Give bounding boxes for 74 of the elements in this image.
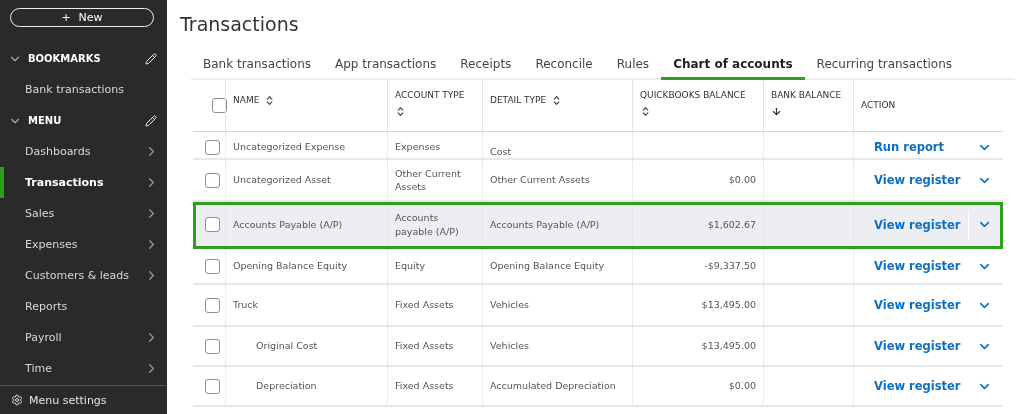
tab[interactable]: Rules [604,57,662,80]
account-name: Accounts Payable (A/P) [233,217,343,232]
row-checkbox[interactable] [205,297,220,313]
settings-icon[interactable] [11,394,23,406]
account-name: Original Cost [256,339,318,353]
action-link[interactable]: View register [874,259,968,273]
account-type: Expenses [395,140,441,154]
row-checkbox[interactable] [205,338,220,354]
balance-amount: $0.00 [728,173,756,187]
account-type: Fixed Assets [395,298,454,312]
row-checkbox[interactable] [205,217,220,232]
detail-type: Cost [490,144,512,158]
menu-item[interactable]: Payroll [0,322,167,353]
action-link[interactable]: Run report [874,140,968,154]
account-name: Uncategorized Expense [233,140,346,154]
menu-item[interactable]: Dashboards [0,136,167,167]
column-header: ACTION [861,100,896,111]
sort-down-icon[interactable] [771,105,782,117]
column-header: QUICKBOOKS BALANCE [640,90,746,101]
menu-item[interactable]: Customers & leads [0,260,167,291]
account-type: Equity [395,259,426,273]
pencil-icon[interactable] [145,52,157,65]
sort-icon[interactable] [640,105,651,117]
balance-amount: $1,602.67 [707,217,756,232]
tab[interactable]: App transactions [323,57,449,80]
action-link[interactable]: View register [874,217,968,232]
menu-item[interactable]: Expenses [0,229,167,260]
menu-item[interactable]: Time [0,353,167,384]
row-checkbox[interactable] [205,139,220,155]
action-link[interactable]: View register [874,339,968,353]
page-title: Transactions [180,13,300,37]
action-link[interactable]: View register [874,379,968,393]
row-checkbox[interactable] [205,172,220,188]
detail-type: Accounts Payable (A/P) [490,217,600,232]
account-name: Truck [233,298,259,312]
balance-amount: -$9,337.50 [704,259,756,273]
detail-type: Accumulated Depreciation [490,379,616,393]
tab[interactable]: Bank transactions [191,57,323,80]
select-all-checkbox[interactable] [212,98,227,113]
account-name: Opening Balance Equity [233,259,348,273]
tab[interactable]: Reconcile [523,57,605,80]
account-name: Depreciation [256,379,317,393]
detail-type: Vehicles [490,298,529,312]
menu-settings-link[interactable]: Menu settings [29,393,107,407]
action-link[interactable]: View register [874,173,968,187]
menu-item[interactable]: Bank transactions [0,74,167,105]
menu-item[interactable]: Reports [0,291,167,322]
detail-type: Vehicles [490,339,529,353]
column-header: ACCOUNT TYPE [395,90,465,101]
column-header: DETAIL TYPE [490,95,547,106]
balance-amount: $0.00 [728,379,756,393]
tab[interactable]: Recurring transactions [804,57,965,80]
pencil-icon[interactable] [145,114,157,127]
detail-type: Opening Balance Equity [490,259,605,273]
column-header: NAME [233,95,260,106]
section-title: MENU [28,115,63,126]
account-type: Other Current Assets [395,166,462,194]
section-title: BOOKMARKS [28,53,102,64]
tab[interactable]: Receipts [448,57,524,80]
detail-type: Other Current Assets [490,173,590,187]
tab[interactable]: Chart of accounts [661,57,805,80]
account-type: Fixed Assets [395,339,454,353]
row-checkbox[interactable] [205,378,220,394]
menu-item[interactable]: Sales [0,198,167,229]
column-header: BANK BALANCE [771,90,842,101]
account-name: Uncategorized Asset [233,173,331,187]
balance-amount: $13,495.00 [701,298,756,312]
menu-item[interactable]: Transactions [0,167,167,198]
balance-amount: $13,495.00 [701,339,756,353]
sort-icon[interactable] [395,105,406,117]
action-link[interactable]: View register [874,298,968,312]
row-checkbox[interactable] [205,258,220,274]
account-type: Accounts payable (A/P) [395,211,460,238]
account-type: Fixed Assets [395,379,454,393]
